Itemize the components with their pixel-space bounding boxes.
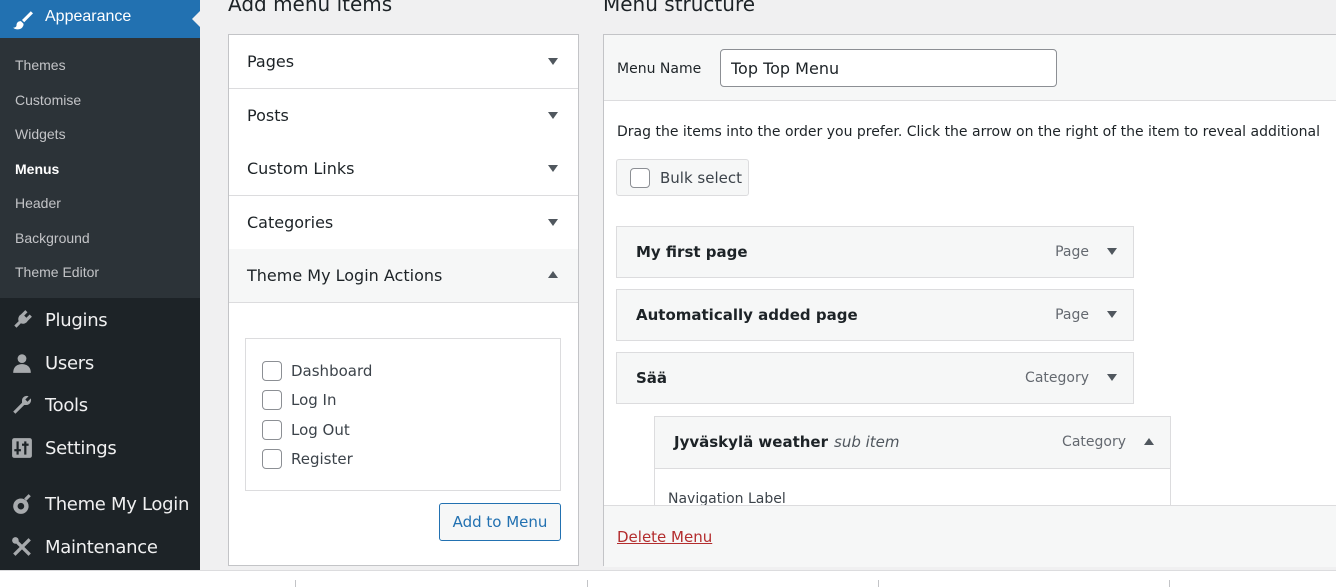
menu-theme-my-login[interactable]: Theme My Login	[0, 484, 200, 524]
menu-item-title: Sää	[636, 369, 668, 387]
menu-maintenance-label: Maintenance	[45, 537, 158, 558]
chevron-down-icon[interactable]	[1107, 374, 1117, 381]
menu-appearance[interactable]: Appearance	[0, 0, 200, 38]
checkbox[interactable]	[630, 168, 650, 188]
settings-sliders-icon	[12, 438, 32, 458]
menu-tools[interactable]: Tools	[0, 385, 200, 425]
chevron-up-icon	[548, 271, 558, 278]
chevron-up-icon[interactable]	[1144, 438, 1154, 445]
tml-actions-list: Dashboard Log In Log Out Register	[245, 338, 561, 491]
divider	[295, 580, 296, 587]
divider	[587, 580, 588, 587]
sub-item-tag: sub item	[834, 433, 900, 451]
chevron-down-icon	[548, 58, 558, 65]
accordion-posts[interactable]: Posts	[229, 89, 578, 143]
tml-option-label: Log Out	[291, 421, 350, 439]
menu-maintenance[interactable]: Maintenance	[0, 527, 200, 567]
wrench-icon	[13, 395, 32, 414]
chevron-down-icon[interactable]	[1107, 311, 1117, 318]
menu-item-title: Jyväskylä weather sub item	[674, 433, 900, 451]
accordion-categories[interactable]: Categories	[229, 196, 578, 250]
admin-sidebar: Appearance Themes Customise Widgets Menu…	[0, 0, 200, 570]
menu-plugins-label: Plugins	[45, 310, 108, 331]
divider	[878, 580, 879, 587]
menu-item-type: Category	[1025, 370, 1089, 386]
bulk-select-toggle[interactable]: Bulk select	[616, 159, 749, 196]
menu-item[interactable]: My first page Page	[616, 226, 1134, 278]
accordion-categories-label: Categories	[247, 213, 334, 232]
chevron-down-icon	[548, 219, 558, 226]
bulk-select-label: Bulk select	[660, 169, 742, 187]
submenu-themes[interactable]: Themes	[15, 57, 66, 73]
tml-option-label: Dashboard	[291, 362, 373, 380]
add-menu-items-title: Add menu items	[228, 0, 393, 16]
menu-users-label: Users	[45, 353, 94, 374]
menu-item-title-text: Jyväskylä weather	[674, 433, 828, 451]
menu-item[interactable]: Sää Category	[616, 352, 1134, 404]
menu-name-label: Menu Name	[617, 61, 702, 77]
checkbox[interactable]	[262, 390, 282, 410]
menu-item-title: Automatically added page	[636, 306, 858, 324]
menu-footer: Delete Menu	[604, 505, 1336, 567]
add-to-menu-button[interactable]: Add to Menu	[439, 503, 561, 541]
menu-item-type: Page	[1055, 307, 1089, 323]
menu-item-type: Page	[1055, 244, 1089, 260]
menu-theme-my-login-label: Theme My Login	[45, 494, 190, 515]
add-menu-items-panel: Pages Posts Custom Links Categories Them…	[228, 34, 579, 566]
menu-item-title: My first page	[636, 243, 748, 261]
menu-structure-title: Menu structure	[603, 0, 756, 16]
checkbox[interactable]	[262, 420, 282, 440]
accordion-pages-label: Pages	[247, 52, 295, 71]
menu-item-type: Category	[1062, 434, 1126, 450]
current-menu-pointer	[192, 11, 200, 27]
checkbox[interactable]	[262, 361, 282, 381]
menu-plugins[interactable]: Plugins	[0, 300, 200, 340]
drag-instructions: Drag the items into the order you prefer…	[617, 124, 1321, 140]
maintenance-tools-icon	[12, 537, 31, 556]
menu-users[interactable]: Users	[0, 343, 200, 383]
divider	[1169, 580, 1170, 587]
user-icon	[13, 354, 31, 373]
menu-name-input[interactable]	[720, 49, 1057, 87]
paintbrush-icon	[13, 11, 33, 30]
delete-menu-link[interactable]: Delete Menu	[617, 528, 712, 546]
plug-icon	[14, 310, 32, 328]
submenu-header[interactable]: Header	[15, 195, 61, 211]
accordion-tml-label: Theme My Login Actions	[247, 266, 443, 285]
bottom-strip	[0, 570, 1336, 587]
checkbox[interactable]	[262, 449, 282, 469]
accordion-posts-label: Posts	[247, 106, 289, 125]
menu-settings[interactable]: Settings	[0, 428, 200, 468]
appearance-submenu: Themes Customise Widgets Menus Header Ba…	[0, 38, 200, 298]
menu-header: Menu Name	[604, 35, 1336, 101]
submenu-widgets[interactable]: Widgets	[15, 126, 66, 142]
menu-settings-label: Settings	[45, 438, 117, 459]
tml-option-label: Register	[291, 450, 353, 468]
chevron-down-icon[interactable]	[1107, 248, 1117, 255]
menu-structure-panel: Menu Name Drag the items into the order …	[603, 34, 1336, 567]
accordion-custom-links-label: Custom Links	[247, 159, 355, 178]
submenu-customise[interactable]: Customise	[15, 92, 81, 108]
menu-item-settings: Navigation Label	[654, 469, 1171, 509]
menu-item[interactable]: Automatically added page Page	[616, 289, 1134, 341]
chevron-down-icon	[548, 165, 558, 172]
submenu-menus[interactable]: Menus	[15, 161, 59, 177]
chevron-down-icon	[548, 112, 558, 119]
submenu-background[interactable]: Background	[15, 230, 90, 246]
accordion-theme-my-login-actions[interactable]: Theme My Login Actions	[229, 249, 578, 303]
menu-appearance-label: Appearance	[45, 8, 132, 25]
menu-tools-label: Tools	[45, 395, 88, 416]
submenu-theme-editor[interactable]: Theme Editor	[15, 264, 99, 280]
accordion-custom-links[interactable]: Custom Links	[229, 142, 578, 196]
accordion-pages[interactable]: Pages	[229, 35, 578, 89]
theme-my-login-icon	[13, 494, 31, 514]
tml-option-label: Log In	[291, 391, 337, 409]
menu-item-expanded[interactable]: Jyväskylä weather sub item Category	[654, 416, 1171, 469]
